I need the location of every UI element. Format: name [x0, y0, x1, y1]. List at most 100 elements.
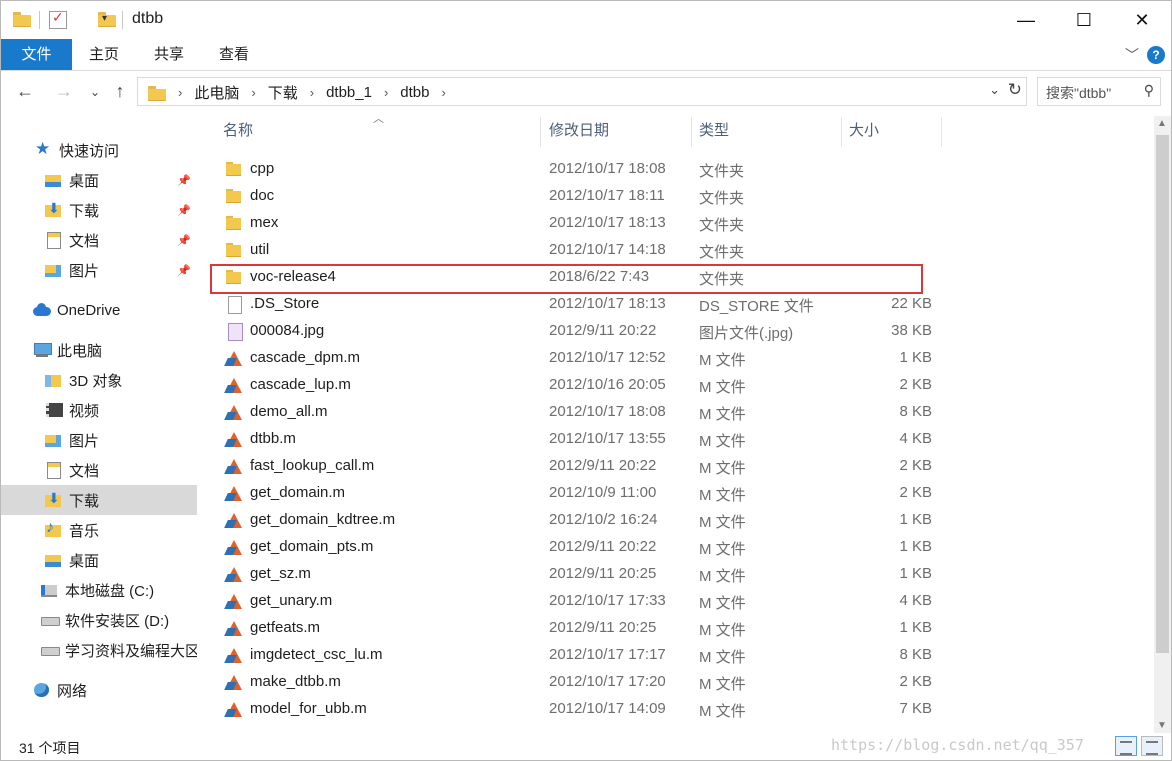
- pin-icon: 📌: [177, 264, 191, 277]
- file-type: M 文件: [699, 703, 746, 720]
- file-row[interactable]: demo_all.m 2012/10/17 18:08 M 文件 8 KB: [201, 399, 961, 426]
- properties-icon[interactable]: ✓: [49, 9, 67, 29]
- chevron-right-icon[interactable]: ›: [310, 85, 314, 100]
- column-divider[interactable]: [691, 117, 692, 147]
- file-size: 7 KB: [899, 700, 932, 717]
- nav-item-videos[interactable]: 视频: [1, 395, 197, 425]
- column-divider[interactable]: [841, 117, 842, 147]
- nav-item-3d-objects[interactable]: 3D 对象: [1, 365, 197, 395]
- crumb-downloads[interactable]: 下载: [268, 82, 298, 103]
- large-icons-view-icon[interactable]: [1141, 736, 1163, 756]
- nav-item-desktop-pinned[interactable]: 桌面 📌: [1, 165, 197, 195]
- file-size: 8 KB: [899, 403, 932, 420]
- scroll-down-icon[interactable]: ▼: [1157, 720, 1167, 731]
- nav-item-documents[interactable]: 文档: [1, 455, 197, 485]
- help-icon[interactable]: ?: [1147, 46, 1165, 64]
- file-row[interactable]: get_domain_kdtree.m 2012/10/2 16:24 M 文件 1 …: [201, 507, 961, 534]
- nav-item-music[interactable]: 音乐: [1, 515, 197, 545]
- video-folder-icon: [45, 402, 63, 418]
- scroll-thumb[interactable]: [1156, 135, 1169, 653]
- crumb-this-pc[interactable]: 此电脑: [194, 82, 239, 103]
- file-row[interactable]: imgdetect_csc_lu.m 2012/10/17 17:17 M 文件 8 …: [201, 642, 961, 669]
- network-icon: [33, 682, 51, 698]
- address-dropdown-icon[interactable]: ⌄: [989, 82, 1000, 98]
- close-button[interactable]: ✕: [1113, 1, 1171, 39]
- file-row[interactable]: cpp 2012/10/17 18:08 文件夹: [201, 156, 961, 183]
- customize-quick-access-icon[interactable]: ▾: [102, 13, 107, 33]
- scroll-up-icon[interactable]: ▲: [1157, 118, 1167, 129]
- chevron-right-icon[interactable]: ›: [251, 85, 255, 100]
- vertical-scrollbar[interactable]: ▲ ▼: [1154, 116, 1171, 733]
- column-header-type[interactable]: 类型: [699, 111, 729, 151]
- recent-locations-chevron-icon[interactable]: ⌄: [84, 85, 106, 99]
- file-type: M 文件: [699, 406, 746, 423]
- search-icon[interactable]: ⚲: [1144, 82, 1154, 99]
- nav-item-desktop[interactable]: 桌面: [1, 545, 197, 575]
- nav-item-pictures-pinned[interactable]: 图片 📌: [1, 255, 197, 285]
- nav-item-label: 学习资料及编程大区: [65, 642, 197, 660]
- maximize-button[interactable]: ☐: [1055, 1, 1113, 39]
- chevron-down-icon[interactable]: ﹀: [1125, 45, 1139, 65]
- crumb-dtbb[interactable]: dtbb: [400, 84, 429, 101]
- pin-icon: 📌: [177, 174, 191, 187]
- file-type: M 文件: [699, 460, 746, 477]
- column-divider[interactable]: [941, 117, 942, 147]
- file-name: get_unary.m: [250, 592, 333, 609]
- file-date: 2012/10/17 18:13: [549, 214, 666, 231]
- chevron-right-icon[interactable]: ›: [384, 85, 388, 100]
- file-row[interactable]: fast_lookup_call.m 2012/9/11 20:22 M 文件 2 K…: [201, 453, 961, 480]
- file-row[interactable]: get_sz.m 2012/9/11 20:25 M 文件 1 KB: [201, 561, 961, 588]
- nav-item-downloads-pinned[interactable]: 下载 📌: [1, 195, 197, 225]
- column-header-date[interactable]: 修改日期: [549, 111, 609, 151]
- column-header-size[interactable]: 大小: [849, 111, 879, 151]
- column-header-name[interactable]: 名称: [223, 111, 253, 151]
- nav-item-quick-access[interactable]: 快速访问: [1, 135, 197, 165]
- address-bar[interactable]: › 此电脑 › 下载 › dtbb_1 › dtbb › ⌄ ↻: [137, 77, 1027, 106]
- file-row[interactable]: cascade_dpm.m 2012/10/17 12:52 M 文件 1 KB: [201, 345, 961, 372]
- nav-item-pictures[interactable]: 图片: [1, 425, 197, 455]
- file-row[interactable]: get_domain.m 2012/10/9 11:00 M 文件 2 KB: [201, 480, 961, 507]
- tab-home[interactable]: 主页: [81, 39, 127, 70]
- file-row[interactable]: make_dtbb.m 2012/10/17 17:20 M 文件 2 KB: [201, 669, 961, 696]
- refresh-icon[interactable]: ↻: [1008, 80, 1022, 100]
- file-row[interactable]: getfeats.m 2012/9/11 20:25 M 文件 1 KB: [201, 615, 961, 642]
- nav-item-documents-pinned[interactable]: 文档 📌: [1, 225, 197, 255]
- file-row[interactable]: mex 2012/10/17 18:13 文件夹: [201, 210, 961, 237]
- column-divider[interactable]: [540, 117, 541, 147]
- chevron-right-icon[interactable]: ›: [442, 85, 446, 100]
- search-placeholder: 搜索"dtbb": [1046, 85, 1112, 101]
- new-folder-icon[interactable]: [98, 12, 117, 27]
- crumb-dtbb-1[interactable]: dtbb_1: [326, 84, 372, 101]
- nav-item-drive-c[interactable]: 本地磁盘 (C:): [1, 575, 197, 605]
- tab-share[interactable]: 共享: [146, 39, 192, 70]
- file-row[interactable]: get_domain_pts.m 2012/9/11 20:22 M 文件 1 KB: [201, 534, 961, 561]
- file-type: M 文件: [699, 595, 746, 612]
- file-row[interactable]: dtbb.m 2012/10/17 13:55 M 文件 4 KB: [201, 426, 961, 453]
- nav-item-network[interactable]: 网络: [1, 675, 197, 705]
- up-arrow-icon[interactable]: ↑: [109, 81, 131, 102]
- file-row[interactable]: model_for_ubb.m 2012/10/17 14:09 M 文件 7 KB: [201, 696, 961, 723]
- back-arrow-icon[interactable]: ←: [14, 81, 36, 102]
- file-row[interactable]: 000084.jpg 2012/9/11 20:22 图片文件(.jpg) 38 KB: [201, 318, 961, 345]
- file-row[interactable]: util 2012/10/17 14:18 文件夹: [201, 237, 961, 264]
- desktop-folder-icon: [45, 172, 63, 188]
- file-type: M 文件: [699, 352, 746, 369]
- details-view-icon[interactable]: [1115, 736, 1137, 756]
- minimize-button[interactable]: —: [997, 1, 1055, 39]
- nav-item-onedrive[interactable]: OneDrive: [1, 295, 197, 325]
- file-row[interactable]: cascade_lup.m 2012/10/16 20:05 M 文件 2 KB: [201, 372, 961, 399]
- chevron-right-icon[interactable]: ›: [178, 85, 182, 100]
- matlab-icon: [225, 350, 243, 367]
- file-row[interactable]: get_unary.m 2012/10/17 17:33 M 文件 4 KB: [201, 588, 961, 615]
- file-row[interactable]: .DS_Store 2012/10/17 18:13 DS_STORE 文件 22 K…: [201, 291, 961, 318]
- nav-item-drive-e[interactable]: 学习资料及编程大区: [1, 635, 197, 665]
- nav-item-downloads[interactable]: 下载: [1, 485, 197, 515]
- tab-file[interactable]: 文件: [1, 39, 72, 70]
- file-row[interactable]: doc 2012/10/17 18:11 文件夹: [201, 183, 961, 210]
- search-input[interactable]: 搜索"dtbb" ⚲: [1037, 77, 1161, 106]
- nav-item-drive-d[interactable]: 软件安装区 (D:): [1, 605, 197, 635]
- forward-arrow-icon[interactable]: →: [53, 81, 75, 102]
- tab-view[interactable]: 查看: [211, 39, 257, 70]
- file-icon: [225, 296, 243, 314]
- nav-item-this-pc[interactable]: 此电脑: [1, 335, 197, 365]
